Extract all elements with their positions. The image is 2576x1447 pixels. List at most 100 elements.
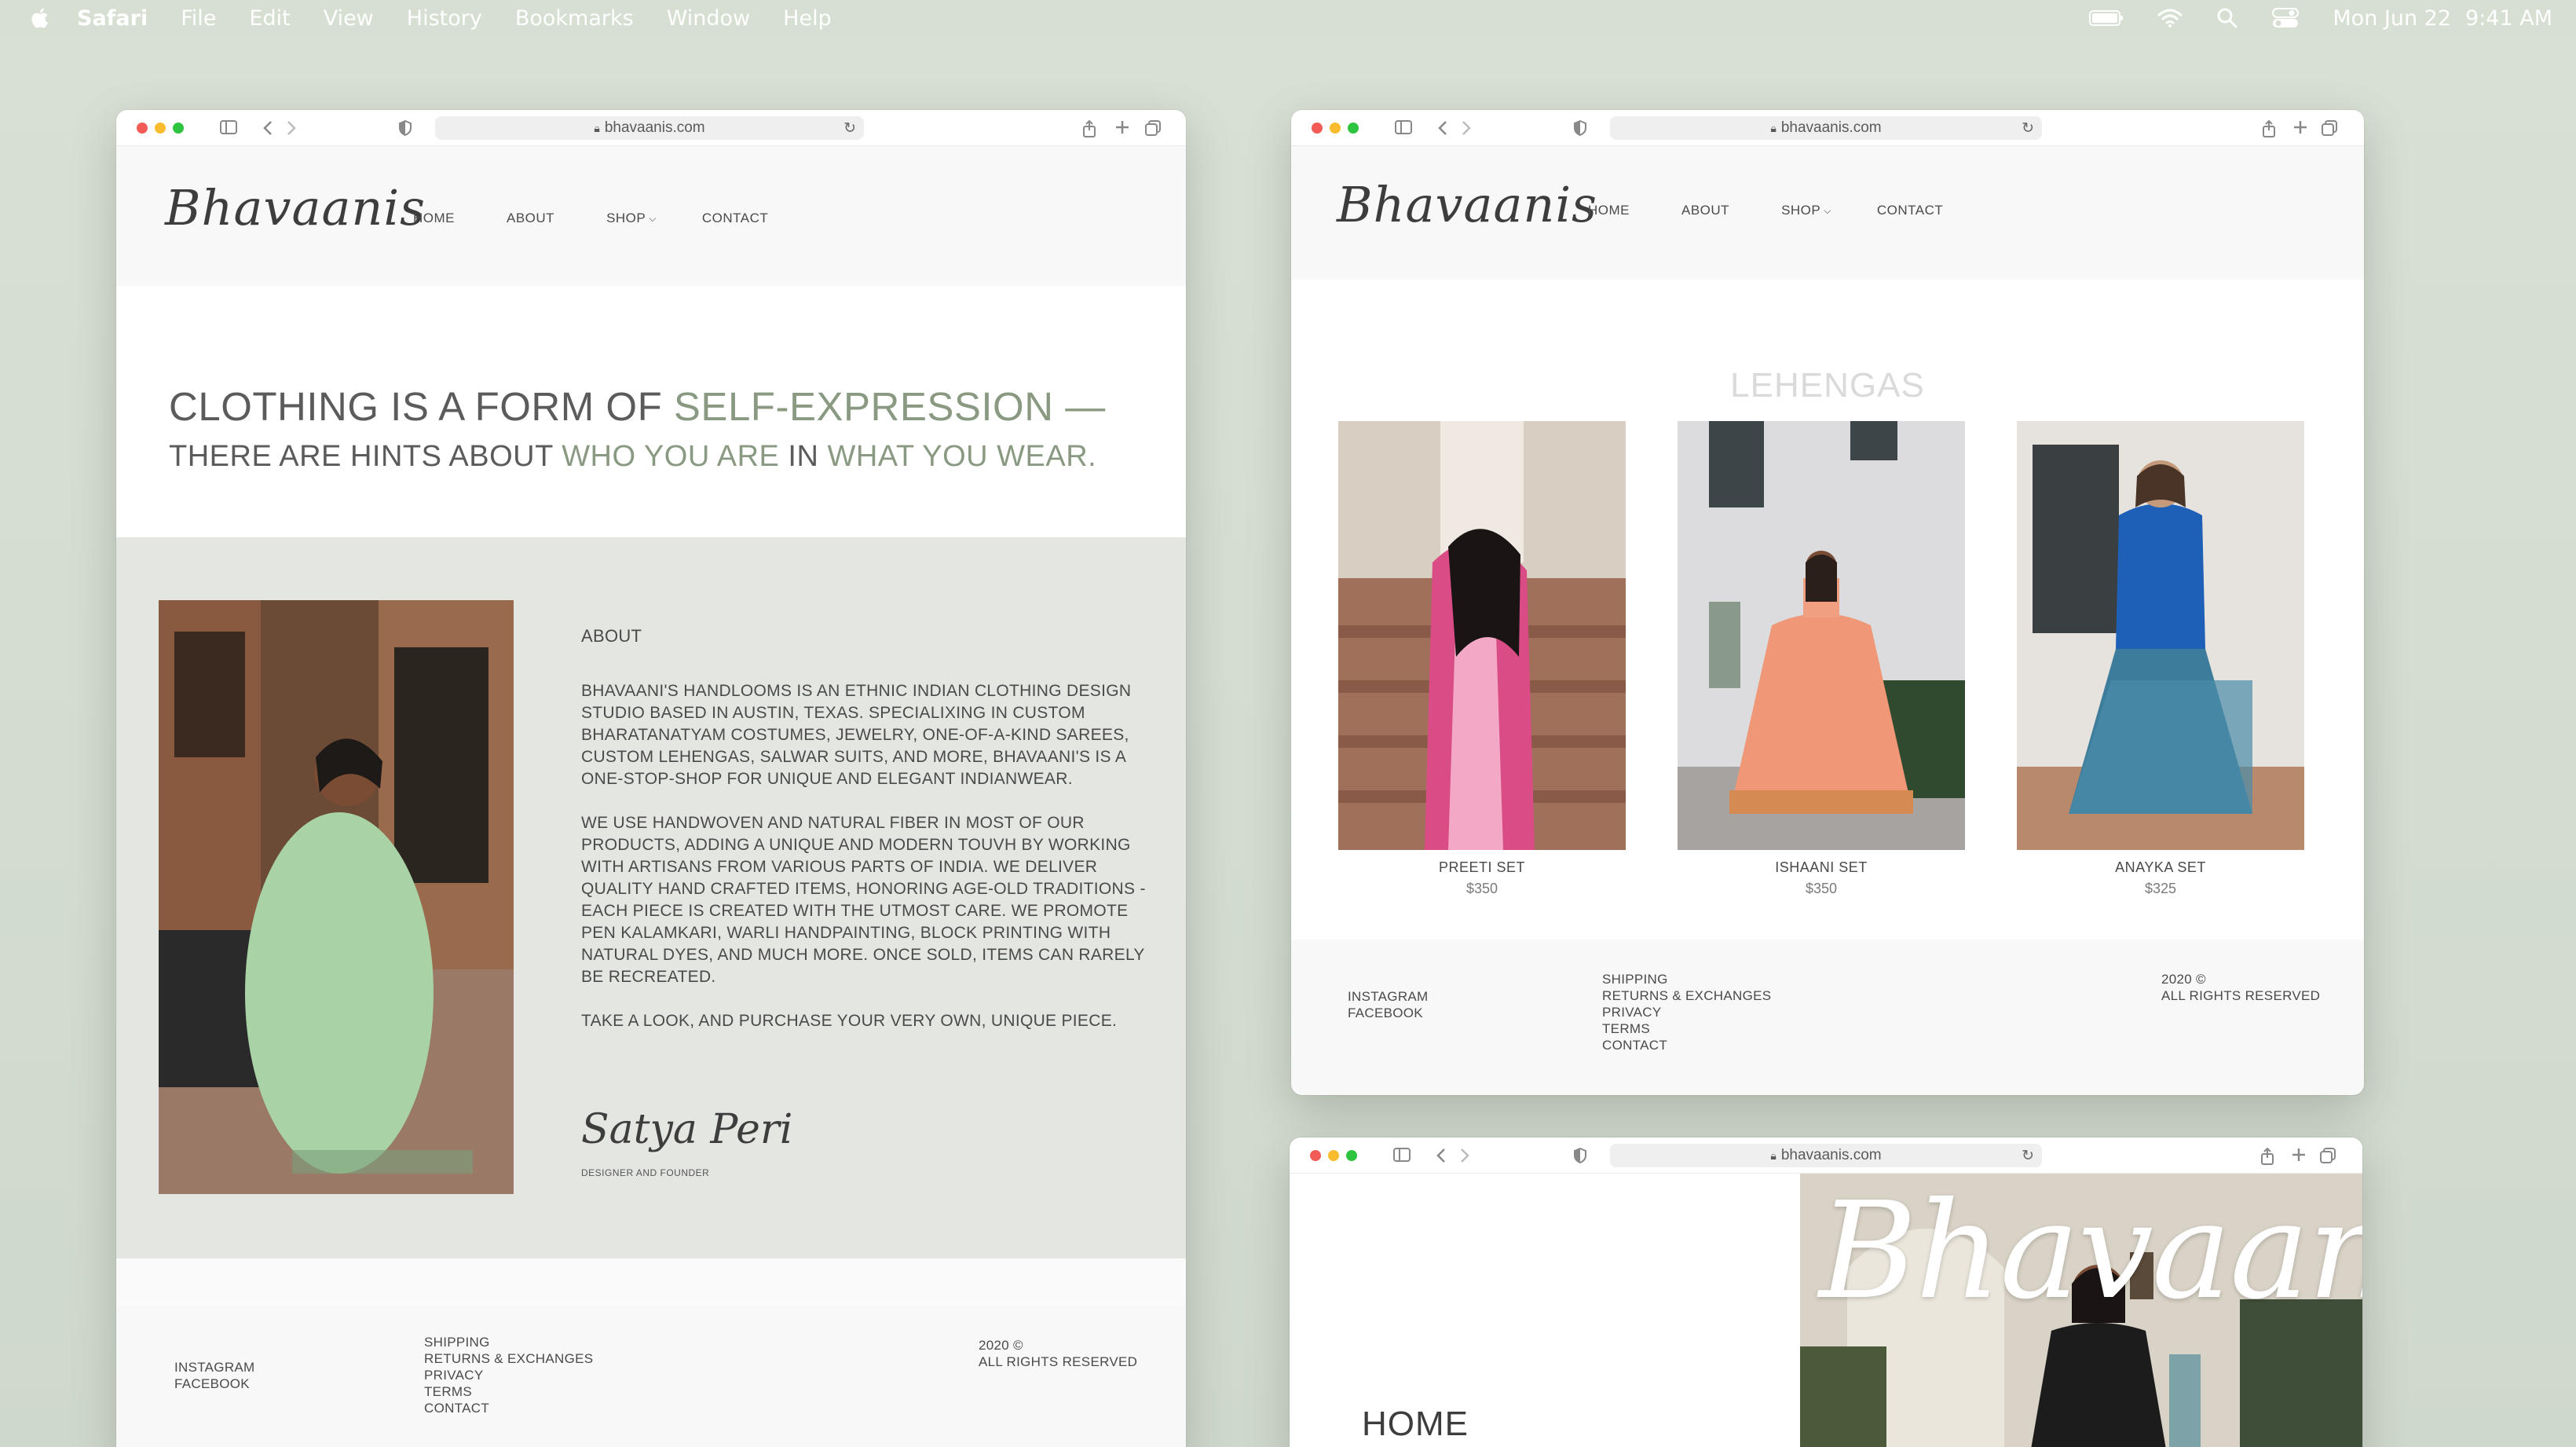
- zoom-button[interactable]: [1346, 1150, 1357, 1161]
- menu-bar: Safari File Edit View History Bookmarks …: [0, 0, 2576, 36]
- close-button[interactable]: [1310, 1150, 1321, 1161]
- product-name[interactable]: PREETI SET: [1338, 859, 1626, 876]
- close-button[interactable]: [137, 123, 148, 134]
- tab-overview-icon[interactable]: [1145, 120, 1161, 136]
- product-name[interactable]: ANAYKA SET: [2017, 859, 2304, 876]
- menu-bookmarks[interactable]: Bookmarks: [515, 6, 634, 31]
- close-button[interactable]: [1312, 123, 1323, 134]
- battery-icon[interactable]: [2089, 9, 2124, 27]
- hero-text: IN: [779, 440, 828, 473]
- footer-link-shipping[interactable]: SHIPPING: [424, 1334, 593, 1350]
- nav-home[interactable]: HOME: [413, 211, 455, 226]
- hero-highlight: WHAT YOU WEAR.: [827, 440, 1097, 473]
- founder-signature: Satya Peri: [581, 1106, 793, 1153]
- footer-link-facebook[interactable]: FACEBOOK: [174, 1376, 255, 1392]
- footer-link-terms[interactable]: TERMS: [424, 1383, 593, 1400]
- menu-date[interactable]: Mon Jun 22: [2333, 6, 2451, 31]
- menu-edit[interactable]: Edit: [249, 6, 290, 31]
- footer-link-returns[interactable]: RETURNS & EXCHANGES: [424, 1350, 593, 1367]
- footer-link-privacy[interactable]: PRIVACY: [1602, 1004, 1771, 1020]
- nav-about[interactable]: ABOUT: [1681, 203, 1729, 218]
- menu-file[interactable]: File: [181, 6, 216, 31]
- sidebar-icon[interactable]: [220, 120, 237, 134]
- address-bar[interactable]: 🔒︎ bhavaanis.com ↻: [1610, 116, 2042, 140]
- reload-icon[interactable]: ↻: [843, 119, 856, 137]
- nav-home[interactable]: HOME: [1588, 203, 1630, 218]
- site-logo[interactable]: Bhavaanis: [165, 179, 426, 236]
- new-tab-icon[interactable]: [2292, 1148, 2306, 1162]
- tab-overview-icon[interactable]: [2322, 120, 2337, 136]
- site-logo[interactable]: Bhavaanis: [1337, 176, 1597, 233]
- zoom-button[interactable]: [173, 123, 184, 134]
- minimize-button[interactable]: [155, 123, 166, 134]
- reload-icon[interactable]: ↻: [2022, 1147, 2034, 1165]
- product-name[interactable]: ISHAANI SET: [1678, 859, 1965, 876]
- share-icon[interactable]: [2260, 1148, 2274, 1165]
- about-paragraph: BHAVAANI'S HANDLOOMS IS AN ETHNIC INDIAN…: [581, 682, 1132, 788]
- new-tab-icon[interactable]: [1115, 120, 1129, 134]
- footer-link-returns[interactable]: RETURNS & EXCHANGES: [1602, 987, 1771, 1004]
- footer-link-privacy[interactable]: PRIVACY: [424, 1367, 593, 1383]
- product-card[interactable]: PREETI SET $350: [1338, 421, 1626, 897]
- product-image[interactable]: [1338, 421, 1626, 850]
- nav-shop[interactable]: SHOP: [606, 211, 646, 226]
- nav-shop[interactable]: SHOP: [1781, 203, 1820, 218]
- apple-icon[interactable]: [30, 7, 49, 29]
- control-center-icon[interactable]: [2271, 7, 2300, 29]
- footer-link-terms[interactable]: TERMS: [1602, 1020, 1771, 1037]
- lock-icon: 🔒︎: [1770, 121, 1776, 134]
- share-icon[interactable]: [2262, 120, 2276, 137]
- product-image[interactable]: [2017, 421, 2304, 850]
- forward-icon[interactable]: [1461, 120, 1472, 136]
- spotlight-search-icon[interactable]: [2216, 7, 2238, 29]
- menu-time[interactable]: 9:41 AM: [2465, 6, 2552, 31]
- sidebar-icon[interactable]: [1393, 1148, 1411, 1162]
- footer-link-facebook[interactable]: FACEBOOK: [1348, 1005, 1429, 1021]
- nav-about[interactable]: ABOUT: [507, 211, 554, 226]
- menu-view[interactable]: View: [324, 6, 374, 31]
- wifi-icon[interactable]: [2157, 8, 2183, 28]
- address-bar[interactable]: 🔒︎ bhavaanis.com ↻: [1610, 1144, 2042, 1167]
- chevron-down-icon[interactable]: ⌵: [1824, 203, 1831, 218]
- minimize-button[interactable]: [1330, 123, 1341, 134]
- menu-history[interactable]: History: [407, 6, 482, 31]
- share-icon[interactable]: [1082, 120, 1096, 137]
- product-card[interactable]: ISHAANI SET $350: [1678, 421, 1965, 897]
- privacy-shield-icon[interactable]: [1574, 120, 1586, 136]
- menu-window[interactable]: Window: [667, 6, 750, 31]
- menu-app-name[interactable]: Safari: [77, 6, 148, 31]
- shop-section: LEHENGAS PREETI SET $350 ISHAANI SET $35…: [1291, 280, 2364, 940]
- nav-contact[interactable]: CONTACT: [1877, 203, 1943, 218]
- product-card[interactable]: ANAYKA SET $325: [2017, 421, 2304, 897]
- tab-overview-icon[interactable]: [2320, 1148, 2336, 1163]
- browser-window-landing[interactable]: 🔒︎ bhavaanis.com ↻ HOME Bhavaa: [1290, 1137, 2362, 1447]
- reload-icon[interactable]: ↻: [2022, 119, 2034, 137]
- privacy-shield-icon[interactable]: [399, 120, 412, 136]
- nav-contact[interactable]: CONTACT: [702, 211, 768, 226]
- forward-icon[interactable]: [286, 120, 297, 136]
- footer-link-instagram[interactable]: INSTAGRAM: [174, 1359, 255, 1376]
- browser-toolbar: 🔒︎ bhavaanis.com ↻: [116, 110, 1186, 146]
- footer-link-shipping[interactable]: SHIPPING: [1602, 971, 1771, 987]
- minimize-button[interactable]: [1328, 1150, 1339, 1161]
- browser-window-home[interactable]: 🔒︎ bhavaanis.com ↻ Bhavaanis HOME ABOUT …: [116, 110, 1186, 1447]
- back-icon[interactable]: [1437, 120, 1448, 136]
- footer-link-instagram[interactable]: INSTAGRAM: [1348, 988, 1429, 1005]
- new-tab-icon[interactable]: [2293, 120, 2307, 134]
- forward-icon[interactable]: [1459, 1148, 1470, 1163]
- menu-help[interactable]: Help: [783, 6, 832, 31]
- back-icon[interactable]: [262, 120, 273, 136]
- browser-window-shop[interactable]: 🔒︎ bhavaanis.com ↻ Bhavaanis HOME ABOUT …: [1291, 110, 2364, 1095]
- address-bar[interactable]: 🔒︎ bhavaanis.com ↻: [435, 116, 864, 140]
- landing-home-label[interactable]: HOME: [1362, 1405, 1469, 1444]
- footer-link-contact[interactable]: CONTACT: [424, 1400, 593, 1416]
- zoom-button[interactable]: [1348, 123, 1359, 134]
- product-price: $350: [1465, 881, 1498, 896]
- product-image[interactable]: [1678, 421, 1965, 850]
- sidebar-icon[interactable]: [1395, 120, 1412, 134]
- footer-link-contact[interactable]: CONTACT: [1602, 1037, 1771, 1053]
- chevron-down-icon[interactable]: ⌵: [649, 211, 657, 226]
- privacy-shield-icon[interactable]: [1574, 1148, 1586, 1163]
- back-icon[interactable]: [1436, 1148, 1447, 1163]
- traffic-lights: [1312, 123, 1359, 134]
